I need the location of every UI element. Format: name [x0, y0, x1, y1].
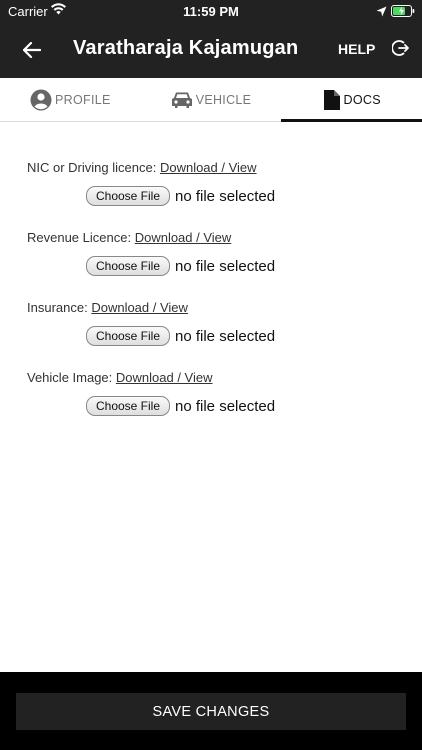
arrow-left-icon	[23, 42, 41, 58]
file-status: no file selected	[175, 397, 276, 415]
choose-file-button[interactable]: Choose File	[86, 396, 170, 416]
download-view-link[interactable]: Download / View	[91, 300, 188, 315]
location-arrow-icon	[376, 5, 387, 20]
doc-label: NIC or Driving licence:	[27, 160, 157, 175]
file-input-vehicle-image: Choose File no file selected	[86, 396, 275, 416]
footer: SAVE CHANGES	[0, 672, 422, 750]
tab-bar: PROFILE VEHICLE DOCS	[0, 78, 422, 122]
doc-insurance-label-row: Insurance: Download / View	[27, 300, 188, 315]
download-view-link[interactable]: Download / View	[160, 160, 257, 175]
user-circle-icon	[30, 89, 52, 110]
download-view-link[interactable]: Download / View	[116, 370, 213, 385]
header: Carrier 11:59 PM Varatharaja Kajamugan H…	[0, 0, 422, 78]
doc-nic-label-row: NIC or Driving licence: Download / View	[27, 160, 257, 175]
tab-vehicle-label: VEHICLE	[195, 92, 252, 107]
doc-label: Revenue Licence:	[27, 230, 132, 245]
doc-label: Vehicle Image:	[27, 370, 113, 385]
logout-button[interactable]	[391, 39, 412, 59]
doc-revenue-label-row: Revenue Licence: Download / View	[27, 230, 231, 245]
clock: 11:59 PM	[183, 4, 239, 19]
choose-file-button[interactable]: Choose File	[86, 256, 170, 276]
download-view-link[interactable]: Download / View	[135, 230, 232, 245]
tab-vehicle[interactable]: VEHICLE	[141, 78, 282, 121]
document-icon	[323, 89, 340, 110]
file-input-insurance: Choose File no file selected	[86, 326, 275, 346]
tab-docs-label: DOCS	[343, 92, 381, 107]
logout-icon	[391, 40, 409, 56]
car-icon	[171, 92, 192, 108]
status-bar: Carrier 11:59 PM	[0, 0, 422, 22]
file-input-revenue: Choose File no file selected	[86, 256, 275, 276]
file-status: no file selected	[175, 187, 276, 205]
help-button[interactable]: HELP	[338, 41, 375, 57]
file-status: no file selected	[175, 257, 276, 275]
doc-label: Insurance:	[27, 300, 88, 315]
file-status: no file selected	[175, 327, 276, 345]
back-button[interactable]	[18, 36, 46, 64]
choose-file-button[interactable]: Choose File	[86, 186, 170, 206]
tab-profile-label: PROFILE	[55, 92, 111, 107]
tab-profile[interactable]: PROFILE	[0, 78, 141, 121]
save-changes-button[interactable]: SAVE CHANGES	[16, 693, 406, 730]
app-bar: Varatharaja Kajamugan HELP	[0, 22, 422, 78]
choose-file-button[interactable]: Choose File	[86, 326, 170, 346]
battery-icon	[391, 5, 415, 20]
page-title: Varatharaja Kajamugan	[73, 37, 299, 59]
doc-vehicle-image-label-row: Vehicle Image: Download / View	[27, 370, 213, 385]
tab-docs[interactable]: DOCS	[281, 78, 422, 122]
file-input-nic: Choose File no file selected	[86, 186, 275, 206]
